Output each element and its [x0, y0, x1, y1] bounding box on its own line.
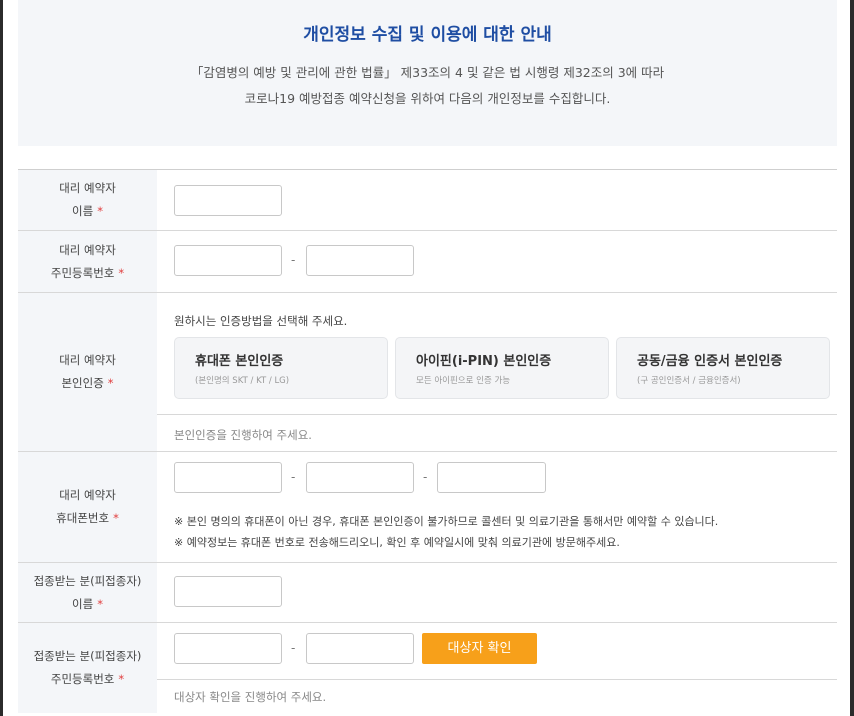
label-proxy-phone: 대리 예약자 휴대폰번호 *	[18, 452, 157, 562]
auth-instruction: 원하시는 인증방법을 선택해 주세요.	[174, 314, 348, 328]
label-proxy-name: 대리 예약자 이름 *	[18, 170, 157, 230]
label-proxy-rrn: 대리 예약자 주민등록번호 *	[18, 231, 157, 292]
row-proxy-phone: 대리 예약자 휴대폰번호 * - - ※ 본인 명의의 휴대폰이 아닌 경우, 휴…	[18, 452, 837, 563]
target-rrn-back-input[interactable]	[306, 633, 414, 664]
content-proxy-auth: 원하시는 인증방법을 선택해 주세요. 휴대폰 본인인증 (본인명의 SKT /…	[157, 293, 837, 451]
label-target-name: 접종받는 분(피접종자) 이름 *	[18, 563, 157, 622]
dash: -	[291, 470, 296, 484]
required-mark: *	[118, 265, 125, 280]
label-line2-wrap: 휴대폰번호 *	[56, 507, 119, 530]
phone-part3-input[interactable]	[437, 462, 546, 493]
phone-note-1: ※ 본인 명의의 휴대폰이 아닌 경우, 휴대폰 본인인증이 불가하므로 콜센터…	[174, 515, 719, 528]
row-proxy-name: 대리 예약자 이름 *	[18, 170, 837, 231]
label-line2-wrap: 주민등록번호 *	[51, 262, 124, 285]
phone-note-2: ※ 예약정보는 휴대폰 번호로 전송해드리오니, 확인 후 예약일시에 맞춰 의…	[174, 536, 620, 549]
label-line2: 이름	[72, 596, 94, 611]
notice-title: 개인정보 수집 및 이용에 대한 안내	[303, 25, 552, 45]
auth-option-sub: (구 공인인증서 / 금융인증서)	[637, 376, 741, 386]
content-proxy-rrn: -	[157, 231, 837, 292]
proxy-name-input[interactable]	[174, 185, 282, 216]
label-proxy-auth: 대리 예약자 본인인증 *	[18, 293, 157, 451]
phone-part2-input[interactable]	[306, 462, 414, 493]
dash: -	[291, 253, 296, 267]
row-target-name: 접종받는 분(피접종자) 이름 *	[18, 563, 837, 623]
phone-part1-input[interactable]	[174, 462, 282, 493]
label-line2: 주민등록번호	[50, 672, 115, 686]
dash: -	[291, 641, 296, 655]
label-line2: 이름	[72, 204, 94, 218]
target-status-text: 대상자 확인을 진행하여 주세요.	[174, 690, 327, 704]
privacy-notice: 개인정보 수집 및 이용에 대한 안내 「감염병의 예방 및 관리에 관한 법률…	[18, 0, 837, 146]
row-proxy-rrn: 대리 예약자 주민등록번호 * -	[18, 231, 837, 293]
dash: -	[423, 470, 428, 484]
auth-option-ipin[interactable]: 아이핀(i-PIN) 본인인증 모든 아이핀으로 인증 가능	[395, 337, 609, 399]
required-mark: *	[97, 596, 103, 611]
content-target-name	[157, 563, 837, 622]
label-line1: 대리 예약자	[59, 242, 116, 257]
target-name-input[interactable]	[174, 576, 282, 607]
auth-option-title: 아이핀(i-PIN) 본인인증	[416, 354, 552, 369]
row-target-rrn: 접종받는 분(피접종자) 주민등록번호 * - 대상자 확인 대상자 확인을 진행…	[18, 623, 837, 716]
page: 개인정보 수집 및 이용에 대한 안내 「감염병의 예방 및 관리에 관한 법률…	[3, 0, 850, 716]
label-line2: 주민등록번호	[50, 265, 115, 280]
target-rrn-front-input[interactable]	[174, 633, 282, 664]
content-proxy-phone: - - ※ 본인 명의의 휴대폰이 아닌 경우, 휴대폰 본인인증이 불가하므로…	[157, 452, 837, 562]
label-line2: 본인인증	[61, 376, 104, 390]
label-line2: 휴대폰번호	[56, 511, 110, 525]
content-target-rrn: - 대상자 확인 대상자 확인을 진행하여 주세요.	[157, 623, 837, 716]
label-line1: 대리 예약자	[59, 488, 116, 502]
required-mark: *	[97, 204, 103, 218]
label-line1: 접종받는 분(피접종자)	[33, 649, 142, 663]
auth-option-phone[interactable]: 휴대폰 본인인증 (본인명의 SKT / KT / LG)	[174, 337, 388, 399]
row-proxy-auth: 대리 예약자 본인인증 * 원하시는 인증방법을 선택해 주세요. 휴대폰 본인인…	[18, 293, 837, 452]
label-line2-wrap: 이름 *	[72, 200, 103, 223]
auth-status-text: 본인인증을 진행하여 주세요.	[174, 428, 312, 442]
auth-option-title: 휴대폰 본인인증	[195, 354, 284, 369]
reservation-form: 대리 예약자 이름 * 대리 예약자 주민등록번호 * - 대리 예약자 본인인…	[18, 169, 837, 716]
proxy-rrn-back-input[interactable]	[306, 245, 414, 276]
divider	[157, 679, 837, 680]
content-proxy-name	[157, 170, 837, 230]
auth-option-sub: (본인명의 SKT / KT / LG)	[195, 376, 290, 386]
auth-option-title: 공동/금융 인증서 본인인증	[637, 354, 783, 369]
auth-option-sub: 모든 아이핀으로 인증 가능	[416, 376, 511, 386]
auth-option-certificate[interactable]: 공동/금융 인증서 본인인증 (구 공인인증서 / 금융인증서)	[616, 337, 830, 399]
notice-desc-line1: 「감염병의 예방 및 관리에 관한 법률」 제33조의 4 및 같은 법 시행령…	[190, 65, 665, 80]
label-target-rrn: 접종받는 분(피접종자) 주민등록번호 *	[18, 623, 157, 713]
confirm-target-button[interactable]: 대상자 확인	[422, 633, 537, 664]
notice-desc-line2: 코로나19 예방접종 예약신청을 위하여 다음의 개인정보를 수집합니다.	[244, 91, 611, 106]
label-line1: 접종받는 분(피접종자)	[33, 573, 142, 588]
label-line2-wrap: 이름 *	[72, 593, 103, 616]
proxy-rrn-front-input[interactable]	[174, 245, 282, 276]
required-mark: *	[118, 672, 125, 686]
divider	[157, 414, 837, 415]
label-line2-wrap: 주민등록번호 *	[51, 668, 124, 691]
label-line2-wrap: 본인인증 *	[61, 372, 113, 395]
label-line1: 대리 예약자	[59, 181, 116, 195]
required-mark: *	[113, 511, 119, 525]
required-mark: *	[107, 376, 114, 390]
label-line1: 대리 예약자	[59, 353, 116, 367]
